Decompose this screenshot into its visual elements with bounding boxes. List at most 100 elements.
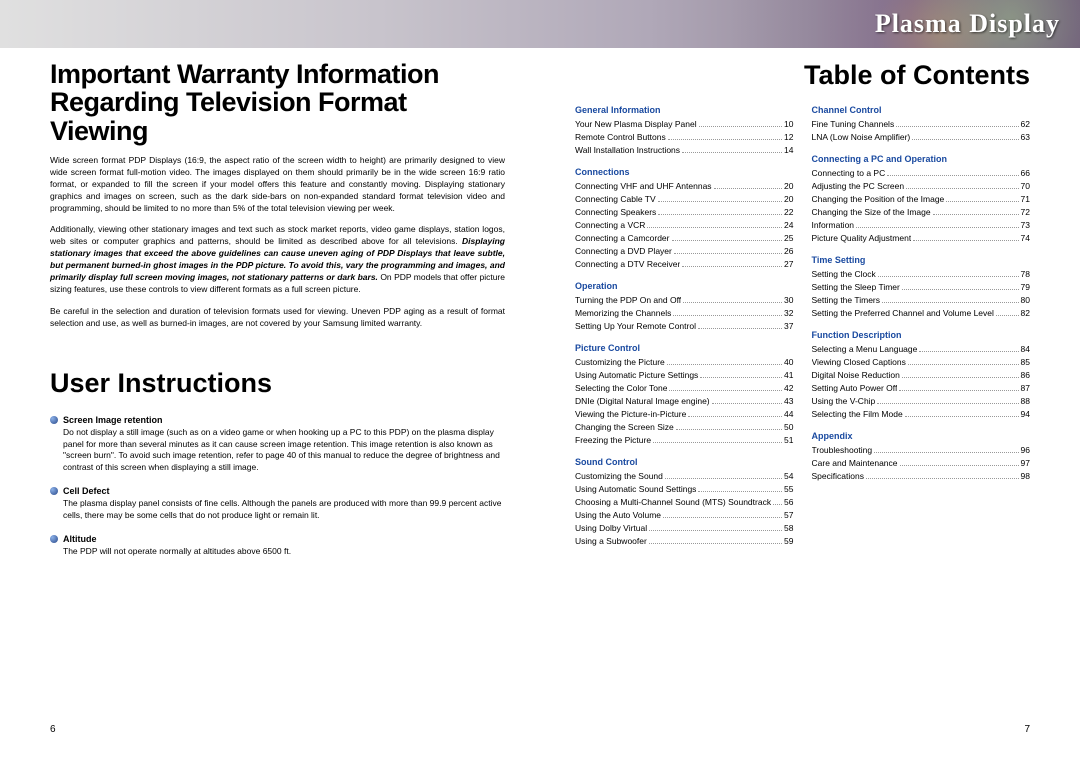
toc-label: Setting the Preferred Channel and Volume… xyxy=(812,308,994,318)
toc-row: Memorizing the Channels32 xyxy=(575,308,794,318)
toc-row: Connecting VHF and UHF Antennas20 xyxy=(575,181,794,191)
toc-dots xyxy=(919,351,1018,352)
toc-page: 32 xyxy=(784,308,793,318)
toc-row: Using Dolby Virtual 58 xyxy=(575,523,794,533)
toc-label: Digital Noise Reduction xyxy=(812,370,900,380)
toc-dots xyxy=(688,416,782,417)
toc-label: Remote Control Buttons xyxy=(575,132,666,142)
toc-label: Setting Auto Power Off xyxy=(812,383,898,393)
toc-row: Viewing Closed Captions85 xyxy=(812,357,1031,367)
toc-page: 25 xyxy=(784,233,793,243)
toc-dots xyxy=(874,452,1018,453)
toc-page: 85 xyxy=(1021,357,1030,367)
toc-section-heading: Channel Control xyxy=(812,105,1031,115)
toc-label: Viewing the Picture-in-Picture xyxy=(575,409,686,419)
bullet-item: AltitudeThe PDP will not operate normall… xyxy=(50,534,505,558)
toc-label: Changing the Screen Size xyxy=(575,422,674,432)
toc-row: Changing the Screen Size50 xyxy=(575,422,794,432)
toc-dots xyxy=(667,364,782,365)
toc-page: 72 xyxy=(1021,207,1030,217)
heading-line1: Important Warranty Information xyxy=(50,59,439,89)
toc-dots xyxy=(906,188,1018,189)
toc-section-heading: Sound Control xyxy=(575,457,794,467)
toc-label: Selecting a Menu Language xyxy=(812,344,918,354)
toc-label: Setting the Clock xyxy=(812,269,876,279)
toc-page: 71 xyxy=(1021,194,1030,204)
toc-row: Setting the Preferred Channel and Volume… xyxy=(812,308,1031,318)
toc-page: 70 xyxy=(1021,181,1030,191)
toc-label: Using the Auto Volume xyxy=(575,510,661,520)
toc-dots xyxy=(683,302,782,303)
toc-section-heading: Operation xyxy=(575,281,794,291)
toc-dots xyxy=(887,175,1018,176)
toc-row: Specifications98 xyxy=(812,471,1031,481)
toc-label: Choosing a Multi-Channel Sound (MTS) Sou… xyxy=(575,497,771,507)
toc-page: 51 xyxy=(784,435,793,445)
toc-row: Connecting a DVD Player26 xyxy=(575,246,794,256)
toc-dots xyxy=(908,364,1019,365)
toc-section-heading: Connections xyxy=(575,167,794,177)
toc-dots xyxy=(699,126,782,127)
toc-dots xyxy=(902,289,1019,290)
toc-row: Selecting a Menu Language84 xyxy=(812,344,1031,354)
page-spread: Important Warranty Information Regarding… xyxy=(0,48,1080,763)
toc-row: Connecting a Camcorder25 xyxy=(575,233,794,243)
toc-label: Your New Plasma Display Panel xyxy=(575,119,697,129)
toc-label: Adjusting the PC Screen xyxy=(812,181,905,191)
toc-section: Channel ControlFine Tuning Channels62LNA… xyxy=(812,105,1031,142)
toc-heading: Table of Contents xyxy=(575,60,1030,91)
toc-section: Operation Turning the PDP On and Off30 Mem… xyxy=(575,281,794,331)
toc-dots xyxy=(714,188,782,189)
toc-label: Wall Installation Instructions xyxy=(575,145,680,155)
toc-label: Connecting VHF and UHF Antennas xyxy=(575,181,712,191)
toc-dots xyxy=(896,126,1018,127)
bullet-title: Screen Image retention xyxy=(63,415,163,425)
toc-dots xyxy=(712,403,782,404)
toc-section-heading: Picture Control xyxy=(575,343,794,353)
toc-row: Changing the Position of the Image71 xyxy=(812,194,1031,204)
toc-label: Using Dolby Virtual xyxy=(575,523,647,533)
user-instructions-heading: User Instructions xyxy=(50,368,505,399)
toc-dots xyxy=(668,139,782,140)
bullet-body: Do not display a still image (such as on… xyxy=(63,427,505,475)
toc-dots xyxy=(899,390,1018,391)
toc-page: 24 xyxy=(784,220,793,230)
toc-row: Using the V-Chip88 xyxy=(812,396,1031,406)
toc-row: Turning the PDP On and Off30 xyxy=(575,295,794,305)
toc-row: Connecting to a PC66 xyxy=(812,168,1031,178)
toc-row: Setting Auto Power Off87 xyxy=(812,383,1031,393)
toc-page: 88 xyxy=(1021,396,1030,406)
toc-page: 41 xyxy=(784,370,793,380)
toc-row: Connecting a VCR24 xyxy=(575,220,794,230)
brand-title: Plasma Display xyxy=(875,9,1060,39)
toc-label: Fine Tuning Channels xyxy=(812,119,895,129)
toc-page: 78 xyxy=(1021,269,1030,279)
bullet-body: The PDP will not operate normally at alt… xyxy=(63,546,505,558)
toc-label: Connecting a DVD Player xyxy=(575,246,672,256)
toc-row: Setting the Clock 78 xyxy=(812,269,1031,279)
toc-row: Connecting Cable TV20 xyxy=(575,194,794,204)
toc-dots xyxy=(698,328,782,329)
toc-section-heading: Function Description xyxy=(812,330,1031,340)
toc-label: Information xyxy=(812,220,855,230)
bullet-item: Cell DefectThe plasma display panel cons… xyxy=(50,486,505,522)
toc-label: Troubleshooting xyxy=(812,445,873,455)
toc-row: Using Automatic Picture Settings41 xyxy=(575,370,794,380)
header-band: Plasma Display xyxy=(0,0,1080,48)
toc-section: Connections Connecting VHF and UHF Antenn… xyxy=(575,167,794,269)
toc-row: Setting the Timers80 xyxy=(812,295,1031,305)
toc-page: 14 xyxy=(784,145,793,155)
toc-dots xyxy=(649,530,782,531)
toc-page: 12 xyxy=(784,132,793,142)
toc-dots xyxy=(912,139,1018,140)
toc-row: Changing the Size of the Image72 xyxy=(812,207,1031,217)
toc-dots xyxy=(700,377,782,378)
toc-row: Setting Up Your Remote Control37 xyxy=(575,321,794,331)
heading-line2: Regarding Television Format Viewing xyxy=(50,87,407,145)
toc-row: Wall Installation Instructions 14 xyxy=(575,145,794,155)
toc-label: Setting the Timers xyxy=(812,295,881,305)
toc-page: 58 xyxy=(784,523,793,533)
bullet-item: Screen Image retention Do not display a s… xyxy=(50,415,505,475)
toc-page: 55 xyxy=(784,484,793,494)
toc-dots xyxy=(878,276,1019,277)
